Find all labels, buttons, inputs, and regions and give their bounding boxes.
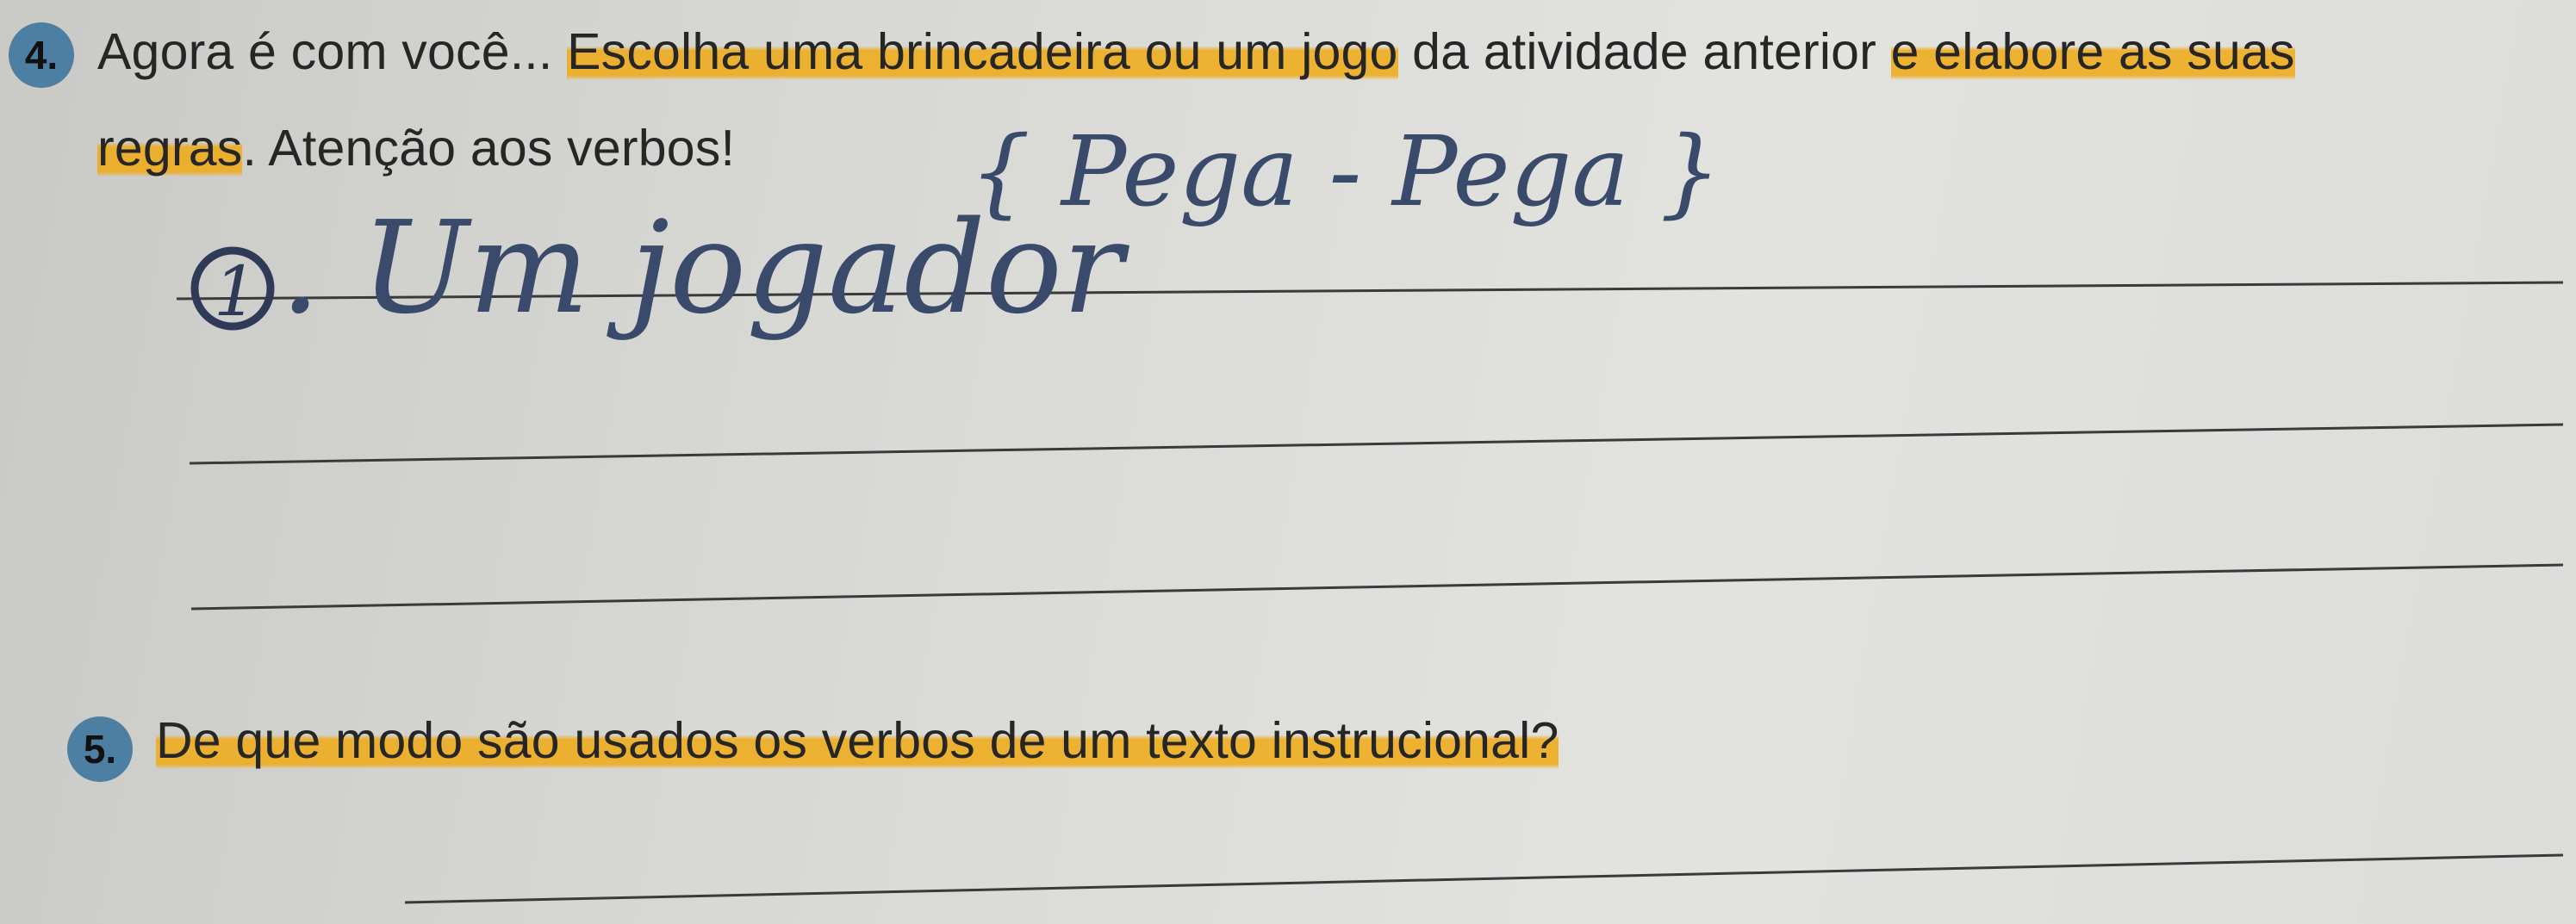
question-5-number: 5. [83, 727, 117, 772]
question-5-text: De que modo são usados os verbos de um t… [156, 712, 1559, 769]
handwritten-answer-text: . Um jogador [280, 194, 1130, 342]
answer-line-4 [404, 853, 2564, 904]
worksheet-page: 4. Agora é com você... Escolha uma brinc… [0, 0, 2576, 924]
answer-line-2 [189, 423, 2564, 465]
answer-line-3 [190, 563, 2564, 611]
question-5-line: De que modo são usados os verbos de um t… [156, 711, 1559, 770]
question-5-badge: 5. [67, 716, 133, 782]
handwritten-answer-number: 1 [214, 251, 258, 332]
writing-lines-layer: { Pega - Pega } 1 . Um jogador [176, 116, 2564, 904]
